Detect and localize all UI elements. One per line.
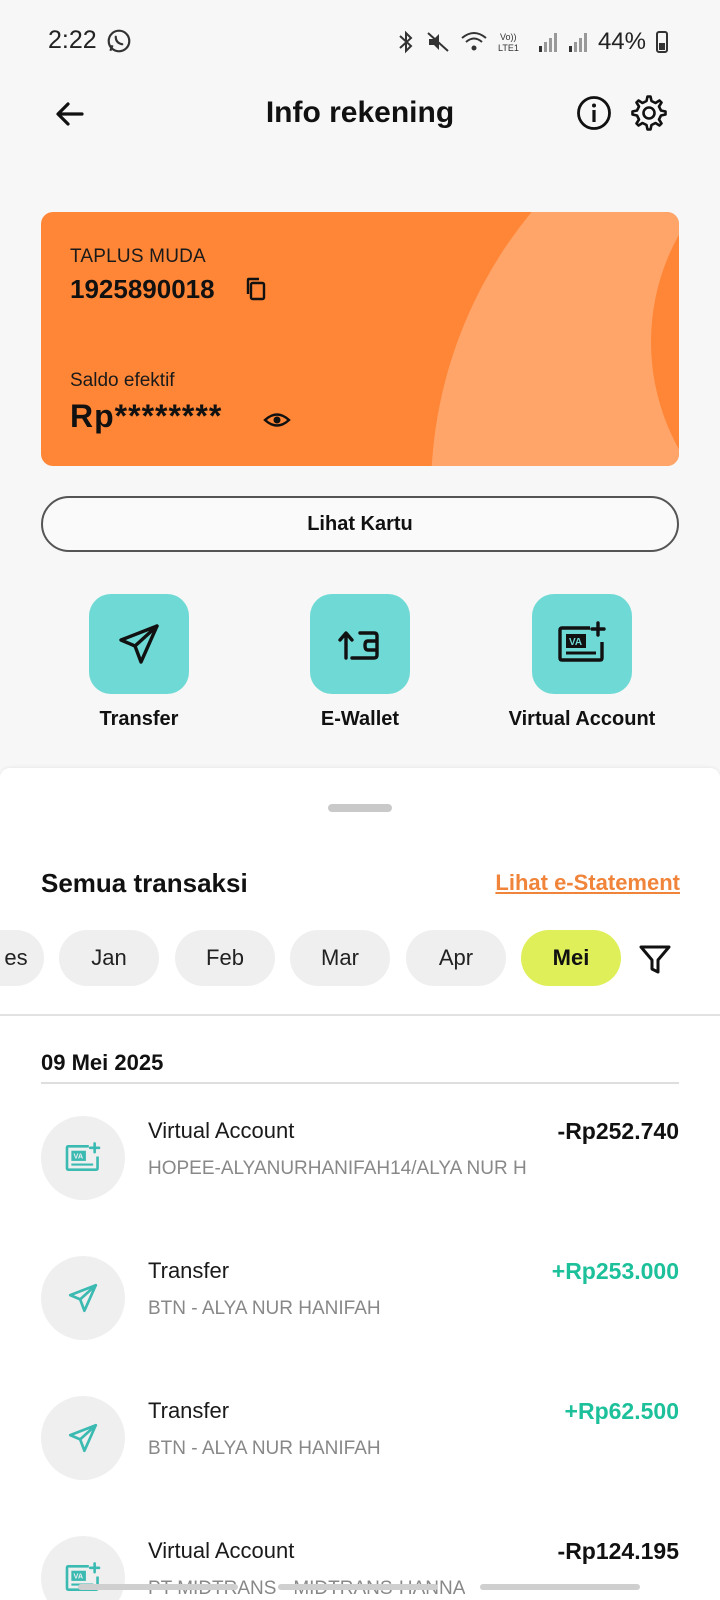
transaction-row[interactable]: Transfer BTN - ALYA NUR HANIFAH +Rp62.50… xyxy=(41,1390,679,1486)
transaction-title: Virtual Account xyxy=(148,1538,295,1563)
account-type: TAPLUS MUDA xyxy=(70,246,206,267)
transaction-description: HOPEE-ALYANURHANIFAH14/ALYA NUR H xyxy=(148,1158,527,1179)
nav-bar-pill xyxy=(480,1584,640,1590)
transaction-icon-circle xyxy=(41,1256,125,1340)
sheet-drag-handle[interactable] xyxy=(328,804,392,812)
saldo-value: Rp******** xyxy=(70,398,223,434)
month-chip-mar[interactable]: Mar xyxy=(290,930,390,986)
ewallet-tile[interactable] xyxy=(310,594,410,694)
transaction-title: Virtual Account xyxy=(148,1118,295,1143)
eye-icon[interactable] xyxy=(263,406,291,434)
quick-action-transfer[interactable]: Transfer xyxy=(39,594,239,731)
transaction-icon-circle: VA xyxy=(41,1536,125,1600)
transaction-icon-circle: VA xyxy=(41,1116,125,1200)
svg-text:VA: VA xyxy=(74,1572,84,1581)
virtual-account-tile[interactable]: VA xyxy=(532,594,632,694)
gear-icon[interactable] xyxy=(630,94,668,132)
filter-icon[interactable] xyxy=(638,942,672,976)
account-number: 1925890018 xyxy=(70,274,215,304)
va-card-icon: VA xyxy=(65,1142,101,1171)
status-icons: Vo)) LTE1 44% xyxy=(396,28,668,56)
paper-plane-icon xyxy=(119,624,159,664)
transaction-row[interactable]: Transfer BTN - ALYA NUR HANIFAH +Rp253.0… xyxy=(41,1250,679,1346)
va-card-icon: VA xyxy=(558,621,606,662)
transaction-description: BTN - ALYA NUR HANIFAH xyxy=(148,1298,381,1319)
transaction-row[interactable]: VA Virtual Account HOPEE-ALYANURHANIFAH1… xyxy=(41,1110,679,1206)
transaction-amount: +Rp253.000 xyxy=(551,1258,679,1284)
lihat-kartu-button[interactable]: Lihat Kartu xyxy=(41,496,679,552)
wifi-icon xyxy=(461,32,487,51)
transaction-title: Transfer xyxy=(148,1398,230,1423)
battery-icon xyxy=(656,31,668,53)
status-time: 2:22 xyxy=(48,26,97,54)
svg-text:VA: VA xyxy=(569,637,582,648)
month-chip-apr[interactable]: Apr xyxy=(406,930,506,986)
svg-text:VA: VA xyxy=(74,1152,84,1161)
month-chip-mei[interactable]: Mei xyxy=(521,930,621,986)
transaction-icon-circle xyxy=(41,1396,125,1480)
svg-text:LTE1: LTE1 xyxy=(498,43,519,53)
transfer-tile[interactable] xyxy=(89,594,189,694)
transaction-amount: -Rp252.740 xyxy=(557,1118,679,1144)
quick-action-ewallet[interactable]: E-Wallet xyxy=(260,594,460,731)
signal-icon xyxy=(538,33,557,52)
transaction-amount: +Rp62.500 xyxy=(564,1398,679,1424)
transactions-sheet: Semua transaksi Lihat e-Statement es Jan… xyxy=(0,768,720,1600)
virtual-account-label: Virtual Account xyxy=(508,708,656,730)
info-icon[interactable] xyxy=(575,94,613,132)
divider xyxy=(0,1014,720,1016)
app-header: Info rekening xyxy=(0,80,720,150)
mute-icon xyxy=(427,32,449,52)
transaction-amount: -Rp124.195 xyxy=(557,1538,679,1564)
transfer-label: Transfer xyxy=(99,708,179,730)
bluetooth-icon xyxy=(399,30,413,54)
whatsapp-icon xyxy=(107,29,131,53)
svg-text:Vo)): Vo)) xyxy=(500,32,517,42)
wallet-upload-icon xyxy=(338,631,379,660)
transaction-description: BTN - ALYA NUR HANIFAH xyxy=(148,1438,381,1459)
paper-plane-icon xyxy=(68,1423,98,1453)
status-bar: 2:22 Vo)) LTE1 44% xyxy=(0,0,720,80)
paper-plane-icon xyxy=(68,1283,98,1313)
nav-bar-pill xyxy=(278,1584,438,1590)
ewallet-label: E-Wallet xyxy=(320,708,400,730)
month-chip-des[interactable]: es xyxy=(0,930,44,986)
saldo-label: Saldo efektif xyxy=(70,370,175,391)
e-statement-link[interactable]: Lihat e-Statement xyxy=(495,870,680,896)
signal-2-icon xyxy=(568,33,587,52)
volte-icon: Vo))LTE1 xyxy=(498,32,519,53)
month-chip-jan[interactable]: Jan xyxy=(59,930,159,986)
account-card: TAPLUS MUDA 1925890018 Saldo efektif Rp*… xyxy=(41,212,679,466)
date-header: 09 Mei 2025 xyxy=(41,1050,164,1075)
quick-action-virtual-account[interactable]: VA Virtual Account xyxy=(482,594,682,731)
date-divider xyxy=(41,1082,679,1084)
section-title: Semua transaksi xyxy=(41,868,248,898)
transaction-title: Transfer xyxy=(148,1258,230,1283)
month-filter-row: es Jan Feb Mar Apr Mei xyxy=(0,930,720,986)
battery-percent: 44% xyxy=(597,28,646,55)
copy-icon[interactable] xyxy=(243,276,269,302)
nav-bar-pill xyxy=(78,1584,238,1590)
month-chip-feb[interactable]: Feb xyxy=(175,930,275,986)
